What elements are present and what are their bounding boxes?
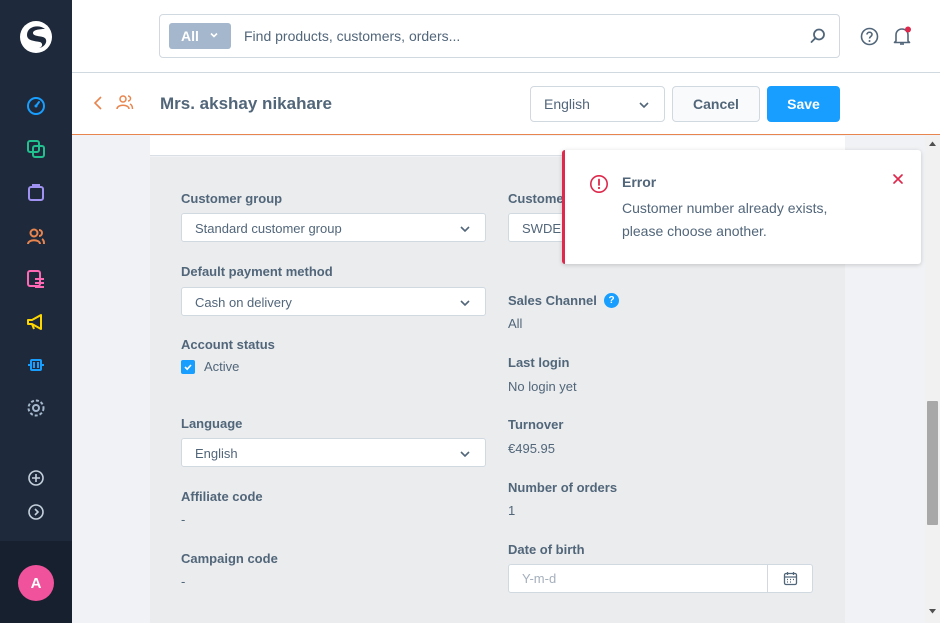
customers-icon [116,95,134,110]
close-icon[interactable] [891,172,905,186]
campaign-code-value: - [181,574,186,589]
avatar[interactable]: A [18,565,54,601]
customer-number-label: Custome [508,191,564,206]
save-button[interactable]: Save [767,86,840,122]
last-login-label: Last login [508,355,570,370]
notification-message: Customer number already exists, please c… [622,200,828,239]
checkmark-icon [184,364,192,371]
chevron-down-icon [460,300,470,307]
topbar: All [72,0,940,73]
sales-channel-help-icon[interactable]: ? [604,293,619,308]
notification-title: Error [622,174,657,190]
scroll-up-arrow-icon[interactable] [928,140,937,147]
content-icon[interactable] [24,267,48,291]
scrollbar-thumb[interactable] [927,401,938,525]
search-icon[interactable] [809,27,827,45]
number-of-orders-label: Number of orders [508,480,618,495]
error-notification: Error Customer number already exists, pl… [562,150,921,264]
language-value: English [195,446,238,461]
sales-channel-label: Sales Channel [508,293,597,308]
date-of-birth-label: Date of birth [508,542,585,557]
search-bar: All [159,14,840,58]
payment-method-select[interactable]: Cash on delivery [181,287,486,316]
language-switch-value: English [544,96,590,112]
chevron-down-icon [460,226,470,233]
chevron-down-icon [460,451,470,458]
customers-icon[interactable] [24,224,48,248]
calendar-button[interactable] [767,565,812,592]
calendar-icon [783,572,797,586]
cancel-button[interactable]: Cancel [672,86,760,122]
page-title: Mrs. akshay nikahare [160,94,332,113]
language-select[interactable]: English [181,438,486,467]
payment-method-value: Cash on delivery [195,295,292,310]
language-switch-select[interactable]: English [530,86,665,122]
marketing-icon[interactable] [24,310,48,334]
sidebar: A [0,0,72,623]
affiliate-code-label: Affiliate code [181,489,263,504]
user-menu: A [0,541,72,623]
payment-method-label: Default payment method [181,264,333,279]
shopware-logo-icon[interactable] [19,20,53,54]
account-status-label: Account status [181,337,275,352]
date-of-birth-input[interactable] [522,565,762,592]
turnover-label: Turnover [508,417,564,432]
sales-channel-value: All [508,316,523,331]
page-scrollbar[interactable] [925,136,940,623]
expand-icon[interactable] [24,500,48,524]
scroll-down-arrow-icon[interactable] [928,608,937,615]
customer-group-select[interactable]: Standard customer group [181,213,486,242]
search-input[interactable] [244,15,784,57]
catalogue-icon[interactable] [24,137,48,161]
error-icon [590,175,608,193]
last-login-value: No login yet [508,379,577,394]
search-type-label: All [181,28,199,44]
campaign-code-label: Campaign code [181,551,278,566]
customer-number-value: SWDE [522,221,561,236]
dashboard-icon[interactable] [24,94,48,118]
turnover-value: €495.95 [508,441,555,456]
chevron-down-icon [639,102,649,109]
customer-group-label: Customer group [181,191,283,206]
affiliate-code-value: - [181,512,186,527]
chevron-down-icon [210,32,218,38]
smart-bar: Mrs. akshay nikahare English Cancel Save [72,73,940,135]
notifications-bell-icon[interactable] [892,26,912,46]
search-type-dropdown[interactable]: All [169,23,231,49]
active-checkbox-label[interactable]: Active [204,359,239,374]
active-checkbox[interactable] [181,360,195,374]
add-icon[interactable] [24,466,48,490]
date-of-birth-field [508,564,813,593]
customer-group-value: Standard customer group [195,221,342,236]
back-chevron-icon[interactable] [93,95,103,111]
extensions-icon[interactable] [24,353,48,377]
language-label: Language [181,416,243,431]
orders-icon[interactable] [24,180,48,204]
number-of-orders-value: 1 [508,503,516,518]
help-icon[interactable] [860,27,879,46]
settings-icon[interactable] [24,396,48,420]
